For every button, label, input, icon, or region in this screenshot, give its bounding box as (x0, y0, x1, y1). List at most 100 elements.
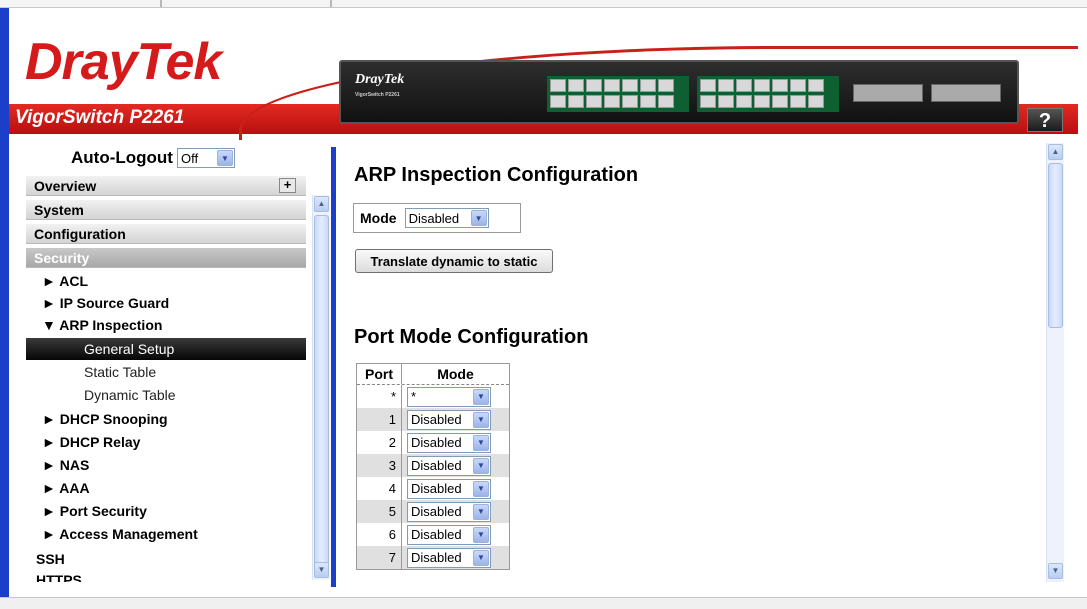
mode-select[interactable]: Disabled ▼ (404, 208, 489, 228)
menu-ip-source-guard[interactable]: ► IP Source Guard (42, 292, 169, 314)
chevron-down-icon: ▼ (473, 480, 489, 497)
draytek-logo: DrayTek (25, 33, 222, 91)
port-mode-select[interactable]: Disabled ▼ (407, 524, 491, 545)
port-mode-select[interactable]: Disabled ▼ (407, 547, 491, 568)
port-number: 7 (357, 546, 402, 569)
menu-system[interactable]: System (26, 200, 306, 220)
menu-nas[interactable]: ► NAS (42, 454, 89, 476)
menu-dhcp-snooping[interactable]: ► DHCP Snooping (42, 408, 168, 430)
device-subtitle: VigorSwitch P2261 (355, 92, 400, 98)
menu-https[interactable]: HTTPS (36, 572, 82, 582)
expand-all-icon[interactable]: + (279, 178, 296, 193)
port-mode-table: Port Mode * * ▼ 1 Disabled ▼ 2 Disabled ▼ 3… (356, 363, 510, 570)
menu-static-table[interactable]: Static Table (84, 361, 156, 383)
translate-dynamic-to-static-button[interactable]: Translate dynamic to static (355, 249, 553, 273)
frame-left-border (0, 8, 9, 600)
auto-logout: Auto-Logout Off ▼ (71, 148, 235, 168)
table-header: Port Mode (357, 364, 509, 385)
auto-logout-select[interactable]: Off ▼ (176, 148, 235, 168)
sfp-ports (931, 84, 1001, 102)
table-row: 5 Disabled ▼ (357, 500, 509, 523)
port-number: 4 (357, 477, 402, 500)
menu-aaa[interactable]: ► AAA (42, 477, 90, 499)
scroll-down-icon[interactable]: ▼ (314, 562, 329, 578)
chevron-down-icon: ▼ (473, 411, 489, 428)
port-mode-value: Disabled (411, 550, 462, 565)
device-logo: DrayTek (355, 72, 405, 87)
main-scrollbar[interactable]: ▲ ▼ (1046, 143, 1064, 582)
table-row: 3 Disabled ▼ (357, 454, 509, 477)
chevron-down-icon: ▼ (473, 503, 489, 520)
port-group-2 (697, 76, 839, 112)
chevron-down-icon: ▼ (473, 549, 489, 566)
chevron-down-icon: ▼ (473, 388, 489, 405)
header: DrayTek VigorSwitch P2261 DrayTek VigorS… (9, 8, 1078, 140)
table-row: 7 Disabled ▼ (357, 546, 509, 569)
port-mode-select[interactable]: Disabled ▼ (407, 432, 491, 453)
mode-select-value: Disabled (408, 210, 460, 226)
menu-ssh[interactable]: SSH (36, 551, 65, 567)
scroll-up-icon[interactable]: ▲ (314, 196, 329, 212)
port-mode-value: Disabled (411, 458, 462, 473)
port-mode-value: Disabled (411, 412, 462, 427)
menu-overview[interactable]: Overview + (26, 176, 306, 196)
table-row: 4 Disabled ▼ (357, 477, 509, 500)
menu-dynamic-table[interactable]: Dynamic Table (84, 384, 176, 406)
chevron-down-icon: ▼ (473, 457, 489, 474)
page-title: ARP Inspection Configuration (354, 164, 639, 186)
port-mode-select[interactable]: Disabled ▼ (407, 409, 491, 430)
port-mode-select[interactable]: Disabled ▼ (407, 501, 491, 522)
scrollbar-thumb[interactable] (1048, 163, 1063, 328)
port-mode-title: Port Mode Configuration (354, 326, 589, 348)
port-number: 5 (357, 500, 402, 523)
menu-general-setup[interactable]: General Setup (26, 338, 306, 360)
sidebar-menu: Auto-Logout Off ▼ Overview + System Conf… (9, 140, 332, 582)
menu-security[interactable]: Security (26, 248, 306, 268)
table-row: 1 Disabled ▼ (357, 408, 509, 431)
chevron-down-icon: ▼ (473, 526, 489, 543)
chevron-down-icon: ▼ (470, 210, 487, 226)
port-number: 3 (357, 454, 402, 477)
frame-divider (330, 0, 332, 7)
menu-access-management[interactable]: ► Access Management (42, 523, 198, 545)
port-mode-value: Disabled (411, 435, 462, 450)
sidebar-scrollbar[interactable]: ▲ ▼ (312, 195, 330, 580)
menu-overview-label: Overview (34, 178, 97, 194)
column-header-port: Port (357, 364, 402, 384)
sfp-ports (853, 84, 923, 102)
menu-port-security[interactable]: ► Port Security (42, 500, 147, 522)
scroll-down-icon[interactable]: ▼ (1048, 563, 1063, 579)
scrollbar-thumb[interactable] (314, 215, 329, 567)
frame-divider (160, 0, 162, 7)
scroll-up-icon[interactable]: ▲ (1048, 144, 1063, 160)
main-content: ARP Inspection Configuration Mode Disabl… (336, 140, 1046, 582)
chevron-down-icon: ▼ (473, 434, 489, 451)
port-number: 6 (357, 523, 402, 546)
auto-logout-label: Auto-Logout (71, 148, 173, 167)
mode-setting: Mode Disabled ▼ (353, 203, 521, 233)
port-mode-value: * (411, 389, 417, 404)
model-name: VigorSwitch P2261 (15, 107, 185, 128)
mode-label: Mode (360, 210, 397, 226)
menu-configuration[interactable]: Configuration (26, 224, 306, 244)
port-number: 2 (357, 431, 402, 454)
port-mode-select[interactable]: * ▼ (407, 386, 491, 407)
port-mode-select[interactable]: Disabled ▼ (407, 478, 491, 499)
help-button[interactable]: ? (1027, 108, 1063, 132)
auto-logout-value: Off (180, 150, 199, 166)
table-row: 2 Disabled ▼ (357, 431, 509, 454)
port-number: 1 (357, 408, 402, 431)
table-row: * * ▼ (357, 385, 509, 408)
port-mode-value: Disabled (411, 481, 462, 496)
port-mode-value: Disabled (411, 527, 462, 542)
port-mode-select[interactable]: Disabled ▼ (407, 455, 491, 476)
menu-arp-inspection[interactable]: ▼ ARP Inspection (42, 314, 162, 336)
browser-top-strip (0, 0, 1087, 8)
browser-bottom-strip (0, 597, 1087, 609)
menu-dhcp-relay[interactable]: ► DHCP Relay (42, 431, 140, 453)
port-mode-value: Disabled (411, 504, 462, 519)
menu-acl[interactable]: ► ACL (42, 270, 88, 292)
chevron-down-icon: ▼ (216, 150, 233, 166)
column-header-mode: Mode (437, 366, 474, 382)
switch-front-panel-image: DrayTek VigorSwitch P2261 (339, 60, 1019, 124)
